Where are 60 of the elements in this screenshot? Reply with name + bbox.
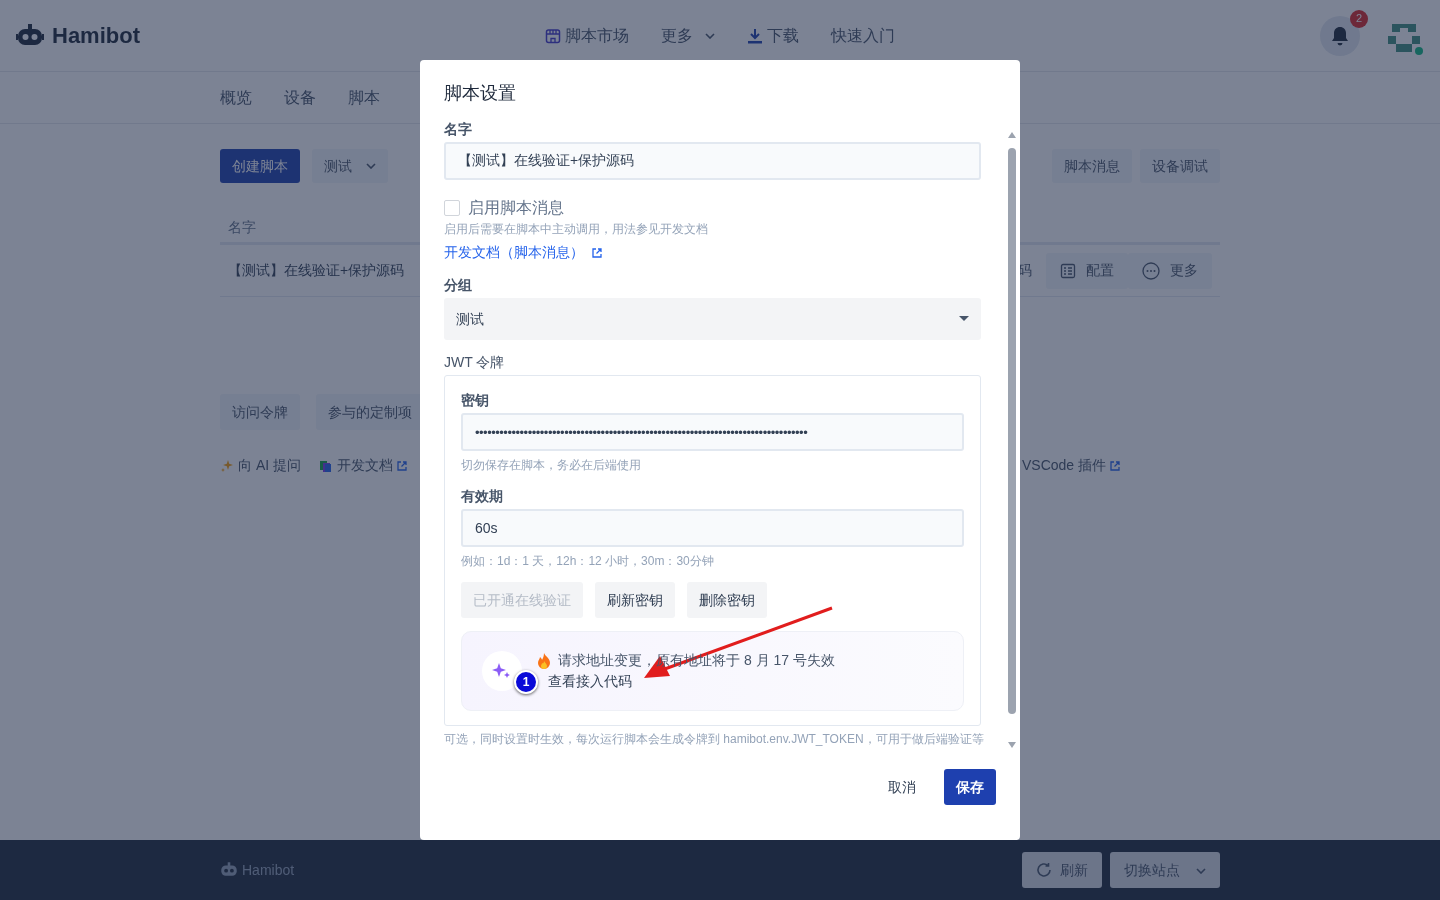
form-icon: [1060, 262, 1076, 279]
subnav-tab[interactable]: 概览: [220, 85, 252, 110]
sparkle-icon: [482, 651, 522, 691]
robot-logo-icon: [220, 862, 238, 878]
download-icon: [747, 27, 763, 44]
view-code-link[interactable]: 查看接入代码: [548, 673, 632, 689]
nav-link[interactable]: 快速入门: [831, 23, 895, 48]
toolbar-button[interactable]: 设备调试: [1140, 149, 1220, 183]
flame-icon: [538, 652, 550, 669]
row-action-button[interactable]: 配置: [1046, 252, 1128, 289]
save-button[interactable]: 保存: [944, 769, 996, 805]
subnav-tab[interactable]: 设备: [284, 85, 316, 110]
field-label: 有效期: [461, 487, 504, 506]
toolbar-button[interactable]: 脚本消息: [1052, 149, 1132, 183]
checkbox[interactable]: [444, 200, 460, 216]
robot-logo-icon: [16, 23, 44, 48]
refresh-icon: [1036, 862, 1052, 878]
field-label: 分组: [444, 276, 473, 295]
cancel-button[interactable]: 取消: [876, 769, 928, 805]
subnav-tab[interactable]: 脚本: [348, 85, 380, 110]
vscode-plugin-link[interactable]: VSCode 插件: [1021, 455, 1106, 476]
footer-button[interactable]: 切换站点: [1110, 852, 1220, 888]
name-field[interactable]: 【测试】在线验证+保护源码: [444, 142, 981, 180]
help-text: 例如：1d：1 天，12h：12 小时，30m：30分钟: [461, 553, 715, 570]
column-header: 名字: [228, 218, 256, 237]
step-marker: 1: [514, 670, 538, 694]
create-script-button[interactable]: 创建脚本: [220, 149, 300, 183]
notification-badge: 2: [1350, 9, 1368, 28]
books-icon: [319, 458, 333, 473]
nav-link[interactable]: 脚本市场: [545, 23, 629, 48]
docs-link[interactable]: 开发文档（脚本消息）: [444, 242, 602, 263]
action-button[interactable]: 刷新密钥: [595, 582, 675, 618]
help-text: 切勿保存在脚本，务必在后端使用: [461, 457, 642, 474]
action-button[interactable]: 删除密钥: [687, 582, 767, 618]
bell-icon: [1331, 25, 1349, 46]
brand-name[interactable]: Hamibot: [52, 19, 140, 52]
help-link[interactable]: 向 AI 提问: [238, 455, 301, 476]
group-select[interactable]: 测试: [444, 298, 981, 340]
scrollbar[interactable]: [1007, 130, 1017, 750]
field-label: 密钥: [461, 391, 490, 410]
more-icon: [1142, 261, 1160, 280]
notifications-button[interactable]: [1320, 15, 1360, 56]
nav-link[interactable]: 下载: [747, 23, 799, 48]
row-action-button[interactable]: 更多: [1128, 252, 1212, 289]
footer-link-button[interactable]: 访问令牌: [220, 394, 300, 430]
field-label: 名字: [444, 120, 473, 139]
secret-field[interactable]: ••••••••••••••••••••••••••••••••••••••••••••••••••••••••••••••••••••••••••••••••••: [461, 413, 964, 451]
caret-icon: [959, 316, 969, 322]
footer-button[interactable]: 刷新: [1022, 852, 1102, 888]
nav-link[interactable]: 更多: [661, 23, 715, 48]
checkbox-label: 启用脚本消息: [468, 198, 564, 218]
group-dropdown[interactable]: 测试: [312, 149, 388, 183]
help-link[interactable]: 开发文档: [337, 455, 393, 476]
table-cell-text: 【测试】在线验证+保护源码: [228, 261, 405, 280]
field-label: JWT 令牌: [444, 353, 506, 372]
help-text: 启用后需要在脚本中主动调用，用法参见开发文档: [444, 221, 709, 238]
expiry-field[interactable]: 60s: [461, 509, 964, 547]
dialog-title: 脚本设置: [443, 82, 517, 105]
external-link-icon: [592, 247, 602, 258]
store-icon: [545, 27, 561, 44]
